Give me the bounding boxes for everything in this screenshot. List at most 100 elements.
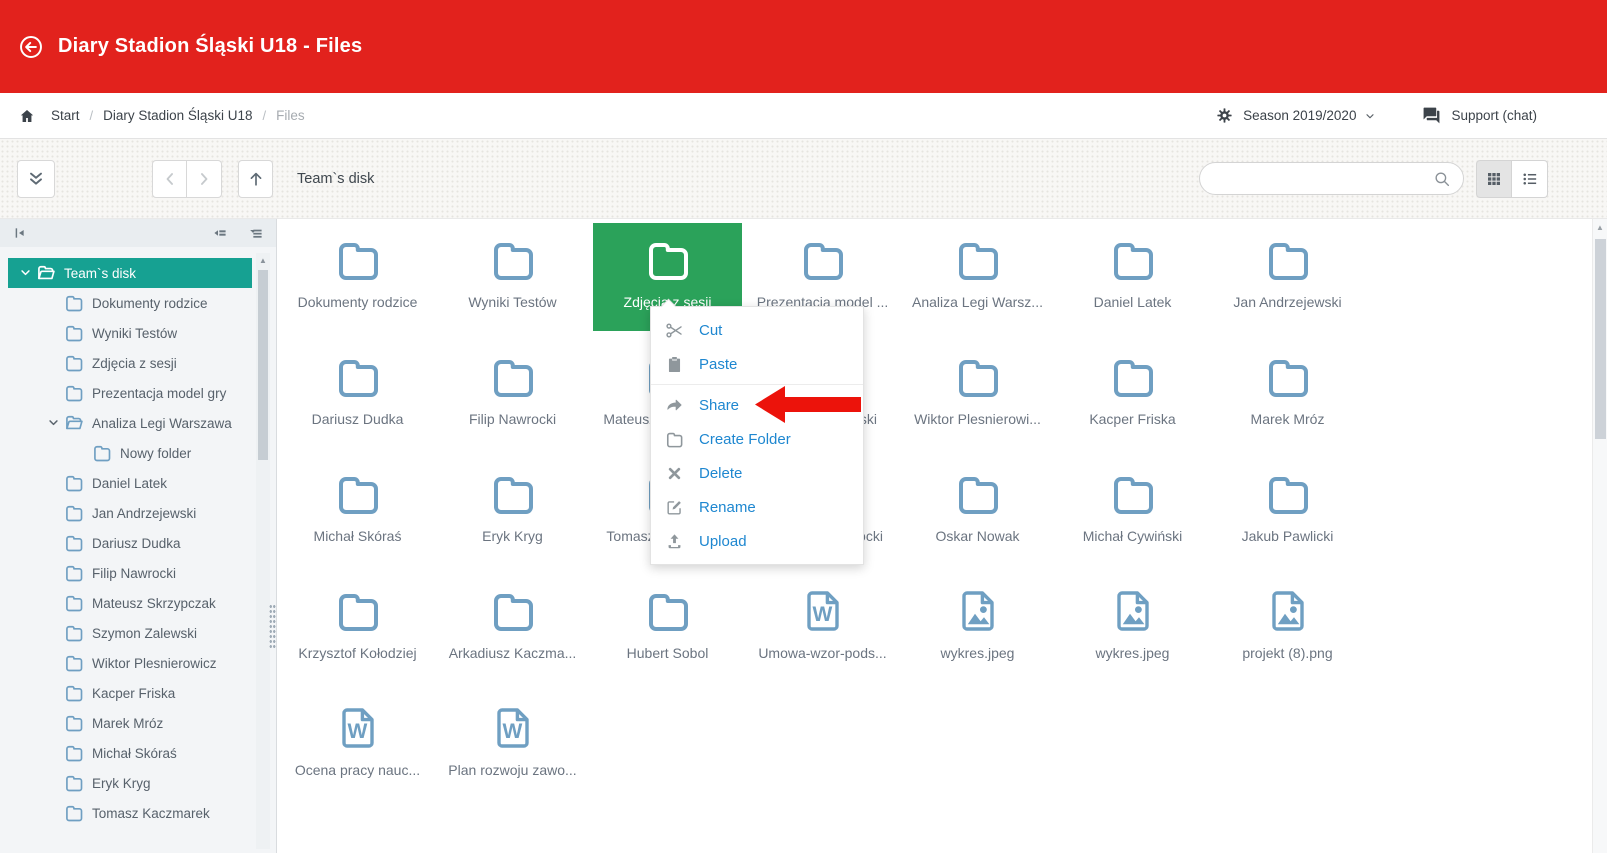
folder-icon	[954, 353, 1002, 401]
folder-icon	[64, 353, 84, 373]
breadcrumb-item[interactable]: Diary Stadion Śląski U18	[103, 108, 252, 123]
item-label: Plan rozwoju zawo...	[448, 762, 576, 778]
tree-item-label: Prezentacja model gry	[92, 386, 226, 401]
menu-item-delete[interactable]: Delete	[651, 456, 863, 490]
tree-item[interactable]: Jan Andrzejewski	[8, 498, 252, 528]
tree-item[interactable]: Kacper Friska	[8, 678, 252, 708]
search-input[interactable]	[1212, 170, 1433, 187]
file-item[interactable]: WPlan rozwoju zawo...	[438, 691, 587, 799]
folder-item[interactable]: Dariusz Dudka	[283, 340, 432, 448]
tree-item[interactable]: Zdjęcia z sesji	[8, 348, 252, 378]
folder-item[interactable]: Wiktor Plesnierowi...	[903, 340, 1052, 448]
folder-item[interactable]: Hubert Sobol	[593, 574, 742, 682]
menu-item-cut[interactable]: Cut	[651, 313, 863, 347]
file-grid: Dokumenty rodziceWyniki TestówZdjęcia z …	[277, 219, 1607, 808]
file-item[interactable]: WUmowa-wzor-pods...	[748, 574, 897, 682]
folder-item[interactable]: Krzysztof Kołodziej	[283, 574, 432, 682]
folder-item[interactable]: Jan Andrzejewski	[1213, 223, 1362, 331]
folder-item[interactable]: Michał Cywiński	[1058, 457, 1207, 565]
support-chat-link[interactable]: Support (chat)	[1422, 106, 1537, 125]
folder-item[interactable]: Michał Skóraś	[283, 457, 432, 565]
chevron-down-icon[interactable]	[18, 265, 36, 281]
search-box[interactable]	[1199, 162, 1464, 195]
tree-item[interactable]: Analiza Legi Warszawa	[8, 408, 252, 438]
collapse-panel-icon[interactable]	[12, 225, 28, 241]
file-item[interactable]: wykres.jpeg	[903, 574, 1052, 682]
file-item[interactable]: projekt (8).png	[1213, 574, 1362, 682]
search-icon[interactable]	[1433, 170, 1451, 188]
chevron-down-icon	[1364, 110, 1376, 122]
tree-item[interactable]: Szymon Zalewski	[8, 618, 252, 648]
folder-item[interactable]: Analiza Legi Warsz...	[903, 223, 1052, 331]
back-button[interactable]	[18, 34, 44, 60]
grid-view-icon	[1485, 170, 1503, 188]
menu-item-paste[interactable]: Paste	[651, 347, 863, 381]
item-label: wykres.jpeg	[941, 645, 1015, 661]
item-label: Jakub Pawlicki	[1242, 528, 1334, 544]
folder-item[interactable]: Eryk Kryg	[438, 457, 587, 565]
collapse-all-icon[interactable]	[212, 225, 228, 241]
folder-icon	[64, 683, 84, 703]
folder-item[interactable]: Daniel Latek	[1058, 223, 1207, 331]
tree-item[interactable]: Daniel Latek	[8, 468, 252, 498]
tree-item[interactable]: Wyniki Testów	[8, 318, 252, 348]
tree-item[interactable]: Marek Mróz	[8, 708, 252, 738]
tree-item[interactable]: Dokumenty rodzice	[8, 288, 252, 318]
forward-nav-button[interactable]	[187, 160, 222, 198]
expand-all-icon[interactable]	[248, 225, 264, 241]
tree-caret-spacer	[46, 565, 64, 581]
panel-resize-handle[interactable]	[269, 604, 276, 648]
season-selector[interactable]: Season 2019/2020	[1216, 107, 1376, 124]
folder-item[interactable]: Dokumenty rodzice	[283, 223, 432, 331]
tree-item-label: Kacper Friska	[92, 686, 175, 701]
tree-item-label: Dariusz Dudka	[92, 536, 181, 551]
file-item[interactable]: wykres.jpeg	[1058, 574, 1207, 682]
menu-item-create-folder[interactable]: Create Folder	[651, 422, 863, 456]
folder-tree-panel: Team`s diskDokumenty rodziceWyniki Testó…	[0, 219, 277, 853]
tree-item[interactable]: Filip Nawrocki	[8, 558, 252, 588]
up-directory-button[interactable]	[238, 160, 273, 198]
gear-icon	[1216, 107, 1233, 124]
folder-icon	[64, 743, 84, 763]
folder-item[interactable]: Wyniki Testów	[438, 223, 587, 331]
folder-item[interactable]: Oskar Nowak	[903, 457, 1052, 565]
list-view-button[interactable]	[1512, 160, 1548, 198]
folder-icon	[92, 443, 112, 463]
tree-item[interactable]: Wiktor Plesnierowicz	[8, 648, 252, 678]
tree-item[interactable]: Team`s disk	[8, 258, 252, 288]
tree-item[interactable]: Tomasz Kaczmarek	[8, 798, 252, 828]
home-icon[interactable]	[18, 107, 36, 125]
chevron-down-icon[interactable]	[46, 415, 64, 431]
tree-item[interactable]: Eryk Kryg	[8, 768, 252, 798]
main-scrollbar[interactable]: ▲	[1592, 219, 1607, 853]
expand-panel-button[interactable]	[17, 160, 55, 198]
menu-item-rename[interactable]: Rename	[651, 490, 863, 524]
sidebar-scrollbar[interactable]: ▲	[256, 253, 270, 849]
scroll-up-icon[interactable]: ▲	[1593, 219, 1607, 235]
item-label: Dariusz Dudka	[312, 411, 404, 427]
item-label: Arkadiusz Kaczma...	[449, 645, 577, 661]
main-scroll-thumb[interactable]	[1595, 239, 1606, 439]
tree-item[interactable]: Prezentacja model gry	[8, 378, 252, 408]
scroll-up-icon[interactable]: ▲	[256, 253, 270, 267]
folder-icon	[1109, 353, 1157, 401]
file-item[interactable]: WOcena pracy nauc...	[283, 691, 432, 799]
tree-item[interactable]: Michał Skóraś	[8, 738, 252, 768]
back-nav-button[interactable]	[152, 160, 187, 198]
tree-item[interactable]: Dariusz Dudka	[8, 528, 252, 558]
menu-item-share[interactable]: Share	[651, 388, 863, 422]
folder-item[interactable]: Arkadiusz Kaczma...	[438, 574, 587, 682]
grid-view-button[interactable]	[1476, 160, 1512, 198]
folder-item[interactable]: Kacper Friska	[1058, 340, 1207, 448]
tree-item[interactable]: Mateusz Skrzypczak	[8, 588, 252, 618]
folder-item[interactable]: Jakub Pawlicki	[1213, 457, 1362, 565]
tree-item[interactable]: Nowy folder	[8, 438, 252, 468]
menu-item-upload[interactable]: Upload	[651, 524, 863, 558]
sidebar-scroll-thumb[interactable]	[258, 270, 268, 460]
breadcrumb-item[interactable]: Start	[51, 108, 80, 123]
folder-item[interactable]: Filip Nawrocki	[438, 340, 587, 448]
folder-open-icon	[36, 263, 56, 283]
folder-icon	[644, 587, 692, 635]
folder-item[interactable]: Marek Mróz	[1213, 340, 1362, 448]
tree-caret-spacer	[46, 805, 64, 821]
